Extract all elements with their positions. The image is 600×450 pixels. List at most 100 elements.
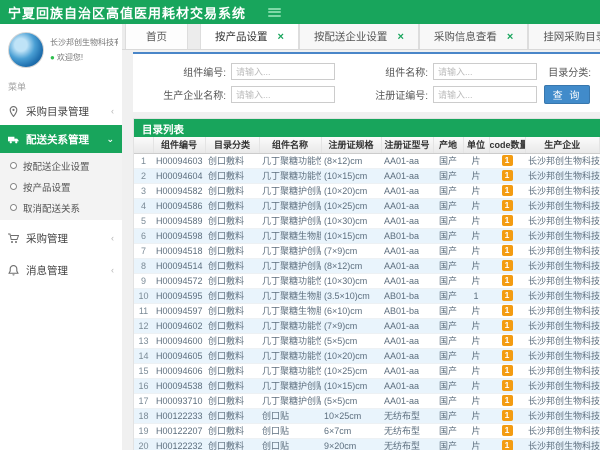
cell-catalog-category: 创口敷料 <box>205 243 259 258</box>
col-registration-spec: 注册证规格 <box>321 137 381 153</box>
table-row[interactable]: 18 H00122233 创口敷料 创口贴 10×25cm 无纺布型 国产 片 … <box>134 408 600 423</box>
cell-code-count: 1 <box>489 228 525 243</box>
sidebar-item-set-by-delivery-enterprise[interactable]: 按配送企业设置 <box>0 155 122 176</box>
table-row[interactable]: 9 H00094572 创口敷料 几丁聚糖功能性护 (10×30)cm AA01… <box>134 273 600 288</box>
sidebar-item-cancel-delivery-relation[interactable]: 取消配送关系 <box>0 197 122 218</box>
code-count-badge[interactable]: 1 <box>502 290 513 301</box>
manufacturer-name-input[interactable] <box>231 86 335 103</box>
component-code-input[interactable] <box>231 63 335 80</box>
cell-manufacturer: 长沙邦创生物科技有限 <box>525 363 600 378</box>
cell-component-code: H00094598 <box>153 228 205 243</box>
code-count-badge[interactable]: 1 <box>502 170 513 181</box>
sidebar-item-message-management[interactable]: 消息管理 ‹ <box>0 256 122 284</box>
code-count-badge[interactable]: 1 <box>502 155 513 166</box>
code-count-badge[interactable]: 1 <box>502 380 513 391</box>
table-row[interactable]: 17 H00093710 创口敷料 几丁聚糖护创贴 ( (5×5)cm AA01… <box>134 393 600 408</box>
table-row[interactable]: 16 H00094538 创口敷料 几丁聚糖护创贴 ( (10×15)cm AA… <box>134 378 600 393</box>
table-row[interactable]: 8 H00094514 创口敷料 几丁聚糖护创贴 ( (8×12)cm AA01… <box>134 258 600 273</box>
code-count-badge[interactable]: 1 <box>502 245 513 256</box>
code-count-badge[interactable]: 1 <box>502 410 513 421</box>
cell-row-number: 12 <box>134 318 153 333</box>
registration-number-input[interactable] <box>433 86 537 103</box>
cell-row-number: 13 <box>134 333 153 348</box>
cell-manufacturer: 长沙邦创生物科技有限 <box>525 423 600 438</box>
cell-code-count: 1 <box>489 423 525 438</box>
table-row[interactable]: 15 H00094606 创口敷料 几丁聚糖功能性护 (10×25)cm AA0… <box>134 363 600 378</box>
tab-set-by-delivery-enterprise[interactable]: 按配送企业设置 × <box>299 24 419 49</box>
code-count-badge[interactable]: 1 <box>502 185 513 196</box>
cell-code-count: 1 <box>489 363 525 378</box>
component-name-input[interactable] <box>433 63 537 80</box>
table-row[interactable]: 1 H00094603 创口敷料 几丁聚糖功能性护 (8×12)cm AA01-… <box>134 153 600 168</box>
code-count-badge[interactable]: 1 <box>502 200 513 211</box>
cell-catalog-category: 创口敷料 <box>205 168 259 183</box>
chevron-down-icon: ⌄ <box>106 134 114 145</box>
query-button[interactable]: 查 询 <box>544 85 590 104</box>
code-count-badge[interactable]: 1 <box>502 425 513 436</box>
table-row[interactable]: 10 H00094595 创口敷料 几丁聚糖生物膜 (3.5×10)cm AB0… <box>134 288 600 303</box>
cell-row-number: 4 <box>134 198 153 213</box>
cell-registration-spec: (10×15)cm <box>321 168 381 183</box>
code-count-badge[interactable]: 1 <box>502 230 513 241</box>
table-row[interactable]: 4 H00094586 创口敷料 几丁聚糖护创贴 ( (10×25)cm AA0… <box>134 198 600 213</box>
col-manufacturer: 生产企业 <box>525 137 600 153</box>
catalog-table: 组件编号 目录分类 组件名称 注册证规格 注册证型号 产地 单位 code数量 … <box>134 137 600 450</box>
tab-procurement-info-view[interactable]: 采购信息查看 × <box>419 24 528 49</box>
cell-component-name: 几丁聚糖功能性护 <box>259 348 321 363</box>
table-row[interactable]: 14 H00094605 创口敷料 几丁聚糖功能性护 (10×20)cm AA0… <box>134 348 600 363</box>
cell-registration-model: AA01-aa <box>381 198 433 213</box>
table-row[interactable]: 20 H00122232 创口敷料 创口贴 9×20cm 无纺布型 国产 片 1… <box>134 438 600 450</box>
code-count-badge[interactable]: 1 <box>502 275 513 286</box>
sidebar-toggle-icon[interactable] <box>268 8 281 17</box>
cell-component-code: H00094604 <box>153 168 205 183</box>
cell-origin: 国产 <box>433 258 463 273</box>
col-origin: 产地 <box>433 137 463 153</box>
tab-close-icon[interactable]: × <box>278 31 284 43</box>
table-row[interactable]: 19 H00122207 创口敷料 创口贴 6×7cm 无纺布型 国产 片 1 … <box>134 423 600 438</box>
cell-registration-spec: (7×9)cm <box>321 243 381 258</box>
code-count-badge[interactable]: 1 <box>502 350 513 361</box>
component-name-label: 组件名称: <box>345 64 433 79</box>
cell-unit: 片 <box>463 273 489 288</box>
table-row[interactable]: 12 H00094602 创口敷料 几丁聚糖功能性护 (7×9)cm AA01-… <box>134 318 600 333</box>
table-row[interactable]: 5 H00094589 创口敷料 几丁聚糖护创贴 ( (10×30)cm AA0… <box>134 213 600 228</box>
table-row[interactable]: 11 H00094597 创口敷料 几丁聚糖生物膜 (6×10)cm AB01-… <box>134 303 600 318</box>
cell-registration-model: AA01-aa <box>381 273 433 288</box>
code-count-badge[interactable]: 1 <box>502 305 513 316</box>
cell-manufacturer: 长沙邦创生物科技有限 <box>525 198 600 213</box>
code-count-badge[interactable]: 1 <box>502 440 513 450</box>
tab-home[interactable]: 首页 <box>125 24 188 49</box>
cell-row-number: 18 <box>134 408 153 423</box>
sidebar-item-delivery-relations[interactable]: 配送关系管理 ⌄ <box>0 125 122 153</box>
tab-close-icon[interactable]: × <box>507 31 513 43</box>
table-row[interactable]: 6 H00094598 创口敷料 几丁聚糖生物膜 (10×15)cm AB01-… <box>134 228 600 243</box>
cell-catalog-category: 创口敷料 <box>205 198 259 213</box>
col-component-name: 组件名称 <box>259 137 321 153</box>
table-row[interactable]: 2 H00094604 创口敷料 几丁聚糖功能性护 (10×15)cm AA01… <box>134 168 600 183</box>
code-count-badge[interactable]: 1 <box>502 215 513 226</box>
code-count-badge[interactable]: 1 <box>502 260 513 271</box>
code-count-badge[interactable]: 1 <box>502 365 513 376</box>
cell-code-count: 1 <box>489 288 525 303</box>
sidebar-item-label: 采购目录管理 <box>26 104 111 119</box>
cell-registration-spec: (10×20)cm <box>321 183 381 198</box>
sidebar-item-set-by-product[interactable]: 按产品设置 <box>0 176 122 197</box>
cell-manufacturer: 长沙邦创生物科技有限 <box>525 168 600 183</box>
tab-close-icon[interactable]: × <box>397 31 403 43</box>
table-row[interactable]: 3 H00094582 创口敷料 几丁聚糖护创贴 ( (10×20)cm AA0… <box>134 183 600 198</box>
sidebar-item-procurement-management[interactable]: 采购管理 ‹ <box>0 224 122 252</box>
cell-component-code: H00093710 <box>153 393 205 408</box>
table-row[interactable]: 7 H00094518 创口敷料 几丁聚糖护创贴 ( (7×9)cm AA01-… <box>134 243 600 258</box>
main-area: 首页 按产品设置 × 按配送企业设置 × 采购信息查看 × 挂网采购目录 × <box>122 24 600 450</box>
tab-listed-procurement-catalog[interactable]: 挂网采购目录 × <box>528 24 600 49</box>
sidebar-item-catalog-management[interactable]: 采购目录管理 ‹ <box>0 97 122 125</box>
code-count-badge[interactable]: 1 <box>502 335 513 346</box>
col-component-code: 组件编号 <box>153 137 205 153</box>
submenu-item-label: 按产品设置 <box>23 180 71 194</box>
tab-set-by-product[interactable]: 按产品设置 × <box>200 24 299 49</box>
code-count-badge[interactable]: 1 <box>502 395 513 406</box>
cell-component-code: H00094602 <box>153 318 205 333</box>
code-count-badge[interactable]: 1 <box>502 320 513 331</box>
cell-code-count: 1 <box>489 258 525 273</box>
table-row[interactable]: 13 H00094600 创口敷料 几丁聚糖功能性护 (5×5)cm AA01-… <box>134 333 600 348</box>
